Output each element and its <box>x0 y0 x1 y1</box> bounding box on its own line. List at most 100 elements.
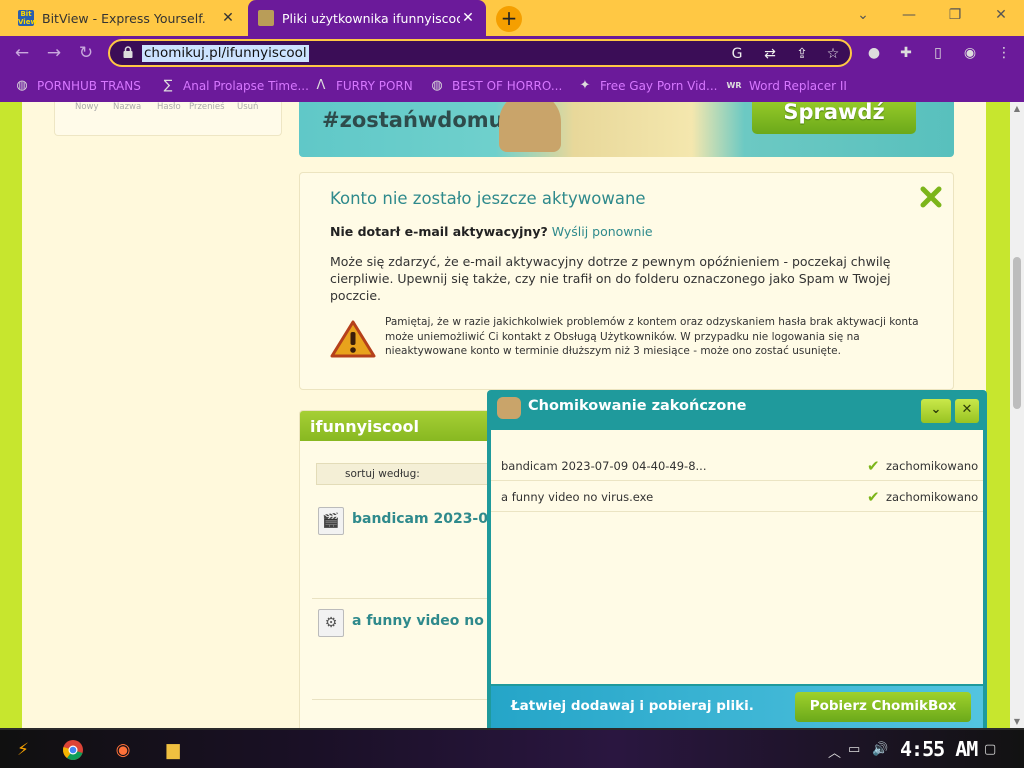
scroll-down-icon[interactable]: ▼ <box>1012 717 1022 726</box>
files-panel: ifunnyiscool sortuj według: 🎬 bandicam 2… <box>299 410 499 728</box>
download-chomikbox-button[interactable]: Pobierz ChomikBox <box>795 692 971 722</box>
notice-body: Może się zdarzyć, że e-mail aktywacyjny … <box>330 254 891 303</box>
sort-delete[interactable]: Usuń <box>237 102 258 112</box>
hamster-mascot-icon <box>499 102 561 152</box>
tab-bitview[interactable]: Bit View BitView - Express Yourself. ✕ <box>8 0 246 36</box>
popup-header: Chomikowanie zakończone ⌄ ✕ <box>487 390 987 428</box>
tray-chevron-icon[interactable]: ︿ <box>828 742 841 761</box>
popup-file-name: a funny video no virus.exe <box>501 490 654 504</box>
vertical-scrollbar[interactable]: ▲ ▼ <box>1010 102 1024 728</box>
bookmark-label: FURRY PORN <box>336 79 413 93</box>
bookmark-label: BEST OF HORRO... <box>452 79 563 93</box>
sort-bar[interactable]: sortuj według: <box>316 463 498 485</box>
sort-move[interactable]: Przenieś <box>189 102 225 112</box>
bookmark-item[interactable]: Λ FURRY PORN <box>313 77 413 95</box>
tab-title: Pliki użytkownika ifunnyiscool - <box>282 10 460 26</box>
side-panel-icon[interactable]: ▯ <box>928 43 948 63</box>
bookmark-item[interactable]: ✦ Free Gay Porn Vid... <box>577 77 718 95</box>
google-icon[interactable]: G <box>728 45 746 63</box>
file-row[interactable]: 🎬 bandicam 2023-07- <box>312 497 498 597</box>
resend-link[interactable]: Wyślij ponownie <box>552 224 653 239</box>
tab-title: BitView - Express Yourself. <box>42 10 206 26</box>
reload-icon[interactable]: ↻ <box>74 41 98 65</box>
taskbar-clock[interactable]: 4:55 AM <box>900 737 978 761</box>
bookmark-label: Anal Prolapse Time... <box>183 79 309 93</box>
clapper-icon: 🎬 <box>318 507 344 535</box>
notice-warning-text: Pamiętaj, że w razie jakichkolwiek probl… <box>385 316 919 357</box>
new-tab-button[interactable]: + <box>496 6 522 32</box>
menu-kebab-icon[interactable]: ⋮ <box>994 43 1014 63</box>
file-name[interactable]: bandicam 2023-07- <box>352 511 498 527</box>
bookmark-label: Free Gay Porn Vid... <box>600 79 718 93</box>
bookmark-star-icon[interactable]: ☆ <box>824 45 842 63</box>
bookmark-label: PORNHUB TRANS <box>37 79 141 93</box>
popup-file-row: a funny video no virus.exe ✔ zachomikowa… <box>491 481 983 512</box>
start-icon[interactable]: ⚡ <box>8 736 38 764</box>
sort-options-card: Nowy Nazwa Hasło Przenieś Usuń <box>54 102 282 136</box>
bookmark-icon: ∑ <box>163 78 173 93</box>
popup-footer-text: Łatwiej dodawaj i pobieraj pliki. <box>511 698 754 714</box>
extensions-puzzle-icon[interactable]: ✚ <box>896 43 916 63</box>
popup-title: Chomikowanie zakończone <box>528 398 747 414</box>
extension-avatar-icon[interactable]: ● <box>864 43 884 63</box>
warning-icon <box>330 320 376 358</box>
popup-file-name: bandicam 2023-07-09 04-40-49-8... <box>501 459 707 473</box>
popup-footer: Łatwiej dodawaj i pobieraj pliki. Pobier… <box>491 686 983 728</box>
sort-name[interactable]: Nazwa <box>113 102 141 112</box>
bookmark-item[interactable]: ∑ Anal Prolapse Time... <box>160 77 309 95</box>
popup-file-status: zachomikowano <box>886 459 979 473</box>
bookmark-item[interactable]: ◍ BEST OF HORRO... <box>429 77 562 95</box>
bookmark-item[interactable]: ◍ PORNHUB TRANS <box>14 77 141 95</box>
file-explorer-icon[interactable]: ▆ <box>158 736 188 764</box>
chomikbox-popup: Chomikowanie zakończone ⌄ ✕ bandicam 202… <box>487 390 987 728</box>
file-row[interactable]: ⚙ a funny video no vi <box>312 598 498 698</box>
scroll-up-icon[interactable]: ▲ <box>1012 104 1022 113</box>
notifications-icon[interactable]: ▢ <box>984 742 996 757</box>
taskbar: ⚡ ◉ ▆ ︿ ▭ 🔊 4:55 AM ▢ <box>0 728 1024 768</box>
resend-line: Nie dotarł e-mail aktywacyjny? Wyślij po… <box>330 224 653 239</box>
globe-icon: ◍ <box>16 78 28 93</box>
sort-label: sortuj według: <box>345 468 420 480</box>
close-popup-icon[interactable]: ✕ <box>955 399 979 423</box>
restore-icon[interactable]: ❐ <box>932 0 978 30</box>
popup-body: bandicam 2023-07-09 04-40-49-8... ✔ zach… <box>491 430 983 684</box>
tab-close-icon[interactable]: ✕ <box>220 10 236 26</box>
file-name[interactable]: a funny video no vi <box>352 613 498 629</box>
resend-question: Nie dotarł e-mail aktywacyjny? <box>330 224 548 239</box>
close-window-icon[interactable]: ✕ <box>978 0 1024 30</box>
back-icon[interactable]: ← <box>10 41 34 65</box>
tab-close-icon[interactable]: ✕ <box>460 10 476 26</box>
bookmark-icon: ✦ <box>579 78 591 93</box>
bookmark-item[interactable]: WR Word Replacer II <box>726 77 847 95</box>
url-text[interactable]: chomikuj.pl/ifunnyiscool <box>142 45 309 62</box>
share-icon[interactable]: ⇪ <box>793 45 811 63</box>
sort-new[interactable]: Nowy <box>75 102 99 112</box>
address-bar[interactable]: chomikuj.pl/ifunnyiscool G ⇄ ⇪ ☆ <box>108 39 852 67</box>
banner-check-button[interactable]: Sprawdź <box>752 102 916 134</box>
check-icon: ✔ <box>867 488 880 506</box>
collapse-chevron-icon[interactable]: ⌄ <box>921 399 951 423</box>
sort-password[interactable]: Hasło <box>157 102 181 112</box>
activation-notice: Konto nie zostało jeszcze aktywowane Nie… <box>299 172 954 390</box>
tab-chomikuj[interactable]: Pliki użytkownika ifunnyiscool - ✕ <box>248 0 486 36</box>
forward-icon[interactable]: → <box>42 41 66 65</box>
profile-icon[interactable]: ◉ <box>960 43 980 63</box>
close-notice-icon[interactable] <box>919 185 943 209</box>
volume-icon[interactable]: 🔊 <box>872 742 888 757</box>
promo-banner[interactable]: #zostańwdomu Sprawdź <box>299 102 954 157</box>
banner-hashtag: #zostańwdomu <box>322 108 504 132</box>
lambda-icon: Λ <box>316 78 326 93</box>
minimize-icon[interactable]: — <box>886 0 932 30</box>
firefox-icon[interactable]: ◉ <box>108 736 138 764</box>
network-icon[interactable]: ▭ <box>848 742 860 757</box>
scrollbar-thumb[interactable] <box>1013 257 1021 409</box>
globe-icon: ◍ <box>431 78 443 93</box>
page-viewport: Nowy Nazwa Hasło Przenieś Usuń #zostańwd… <box>0 102 1024 728</box>
bookmarks-bar: ◍ PORNHUB TRANS ∑ Anal Prolapse Time... … <box>0 70 1024 102</box>
files-panel-header: ifunnyiscool <box>300 411 498 441</box>
tab-search-icon[interactable]: ⌄ <box>840 0 886 30</box>
popup-file-status: zachomikowano <box>886 490 979 504</box>
gear-icon: ⚙ <box>318 609 344 637</box>
translate-icon[interactable]: ⇄ <box>761 45 779 63</box>
chrome-icon[interactable] <box>58 736 88 764</box>
